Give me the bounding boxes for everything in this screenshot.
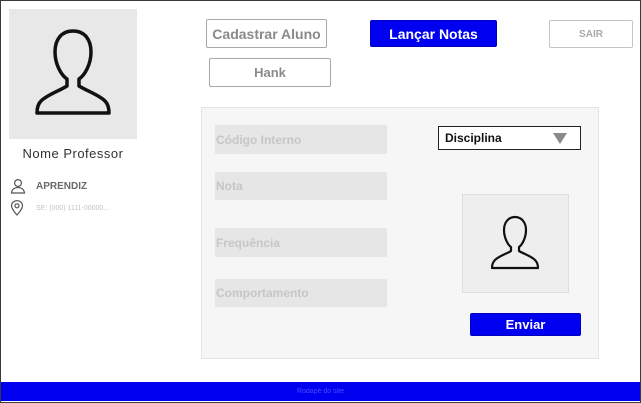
disciplina-select[interactable]: Disciplina: [438, 126, 581, 150]
role-row: APRENDIZ: [10, 177, 87, 195]
user-avatar-icon: [35, 29, 111, 115]
student-photo-icon: [490, 215, 540, 270]
sair-button[interactable]: SAIR: [549, 20, 633, 48]
footer-text: Rodapé do site: [296, 388, 345, 395]
location-label: SE: (000) 1111-00000...: [36, 204, 110, 212]
professor-avatar: [9, 9, 137, 139]
nota-field[interactable]: Nota: [215, 172, 387, 200]
comportamento-field[interactable]: Comportamento: [215, 279, 387, 307]
lancar-notas-button[interactable]: Lançar Notas: [370, 20, 497, 47]
role-label: APRENDIZ: [36, 180, 88, 192]
enviar-button[interactable]: Enviar: [470, 313, 581, 336]
location-row: SE: (000) 1111-00000...: [10, 200, 109, 216]
professor-name: Nome Professor: [22, 146, 124, 161]
codigo-interno-field[interactable]: Código Interno: [215, 125, 387, 154]
hank-button[interactable]: Hank: [209, 58, 331, 87]
student-photo: [462, 194, 569, 293]
frequencia-field[interactable]: Frequência: [215, 228, 387, 257]
footer-bar: Rodapé do site: [1, 382, 640, 401]
disciplina-select-value: Disciplina: [445, 131, 502, 145]
user-icon: [10, 178, 26, 194]
chevron-down-icon: [553, 133, 567, 144]
cadastrar-aluno-button[interactable]: Cadastrar Aluno: [206, 19, 327, 48]
location-pin-icon: [10, 200, 24, 216]
